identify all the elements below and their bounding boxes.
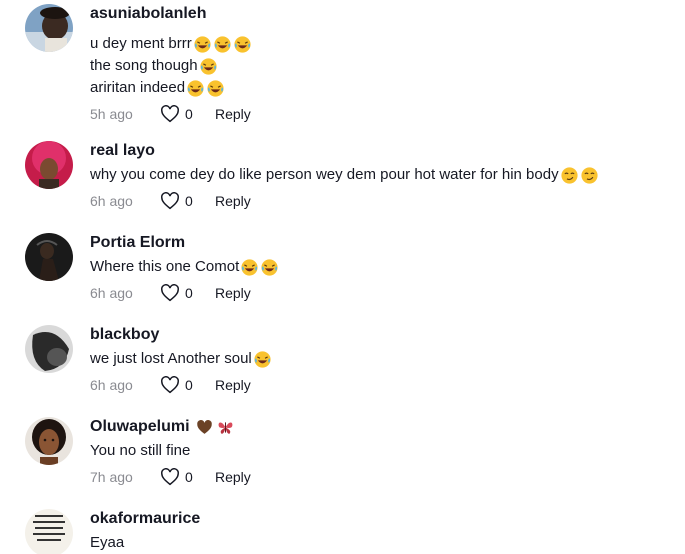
like-button[interactable]: 0: [160, 468, 215, 486]
laughing-emoji-icon: [261, 258, 278, 276]
comment-meta: 6h ago 0 Reply: [90, 283, 675, 303]
heart-outline-icon: [161, 284, 179, 302]
reply-button[interactable]: Reply: [215, 285, 251, 301]
comment-username[interactable]: real layo: [90, 141, 675, 161]
laughing-emoji-icon: [234, 35, 251, 53]
smirk-emoji-icon: [581, 166, 598, 184]
comment-list: asuniabolanleh u dey ment brrr the song …: [0, 0, 685, 554]
heart-outline-icon: [161, 468, 179, 486]
comment-username[interactable]: Oluwapelumi: [90, 417, 675, 437]
comment-meta: 6h ago 0 Reply: [90, 375, 675, 395]
reply-button[interactable]: Reply: [215, 469, 251, 485]
comment-meta: 6h ago 0 Reply: [90, 191, 675, 211]
like-count: 0: [185, 285, 193, 301]
laughing-emoji-icon: [194, 35, 211, 53]
comment-time: 5h ago: [90, 106, 133, 122]
comment-meta: 7h ago 0 Reply: [90, 467, 675, 487]
avatar[interactable]: [25, 417, 73, 465]
reply-button[interactable]: Reply: [215, 193, 251, 209]
comment-text: the song though: [90, 55, 675, 77]
comment-username[interactable]: blackboy: [90, 325, 675, 345]
avatar[interactable]: [25, 141, 73, 189]
comment-username[interactable]: asuniabolanleh: [90, 4, 675, 24]
heart-outline-icon: [161, 192, 179, 210]
comment-username[interactable]: okaformaurice: [90, 509, 675, 529]
like-button[interactable]: 0: [160, 284, 215, 302]
comment-text: Eyaa: [90, 534, 125, 551]
like-count: 0: [185, 469, 193, 485]
butterfly-icon: [217, 419, 234, 436]
comment-text: why you come dey do like person wey dem …: [90, 164, 675, 186]
comment-time: 6h ago: [90, 285, 133, 301]
laughing-emoji-icon: [241, 258, 258, 276]
comment-meta: 5h ago 0 Reply: [90, 104, 675, 124]
comment-text: ariritan indeed: [90, 77, 675, 99]
avatar[interactable]: [25, 325, 73, 373]
comment-time: 7h ago: [90, 469, 133, 485]
brown-heart-icon: [196, 419, 213, 436]
comment-text: u dey ment brrr: [90, 33, 675, 55]
comment-username[interactable]: Portia Elorm: [90, 233, 675, 253]
avatar[interactable]: [25, 4, 73, 52]
comment-time: 6h ago: [90, 193, 133, 209]
like-count: 0: [185, 193, 193, 209]
like-count: 0: [185, 377, 193, 393]
comment-time: 6h ago: [90, 377, 133, 393]
like-button[interactable]: 0: [160, 376, 215, 394]
laughing-emoji-icon: [207, 79, 224, 97]
reply-button[interactable]: Reply: [215, 106, 251, 122]
laughing-emoji-icon: [214, 35, 231, 53]
laughing-emoji-icon: [187, 79, 204, 97]
reply-button[interactable]: Reply: [215, 377, 251, 393]
smirk-emoji-icon: [561, 166, 578, 184]
comment-text: we just lost Another soul: [90, 348, 675, 370]
like-button[interactable]: 0: [160, 192, 215, 210]
laughing-emoji-icon: [254, 350, 271, 368]
comment-text: You no still fine: [90, 442, 191, 459]
avatar[interactable]: [25, 233, 73, 281]
laughing-emoji-icon: [200, 57, 217, 75]
like-button[interactable]: 0: [160, 105, 215, 123]
heart-outline-icon: [161, 105, 179, 123]
comment-text: Where this one Comot: [90, 256, 675, 278]
like-count: 0: [185, 106, 193, 122]
avatar[interactable]: [25, 509, 73, 554]
heart-outline-icon: [161, 376, 179, 394]
